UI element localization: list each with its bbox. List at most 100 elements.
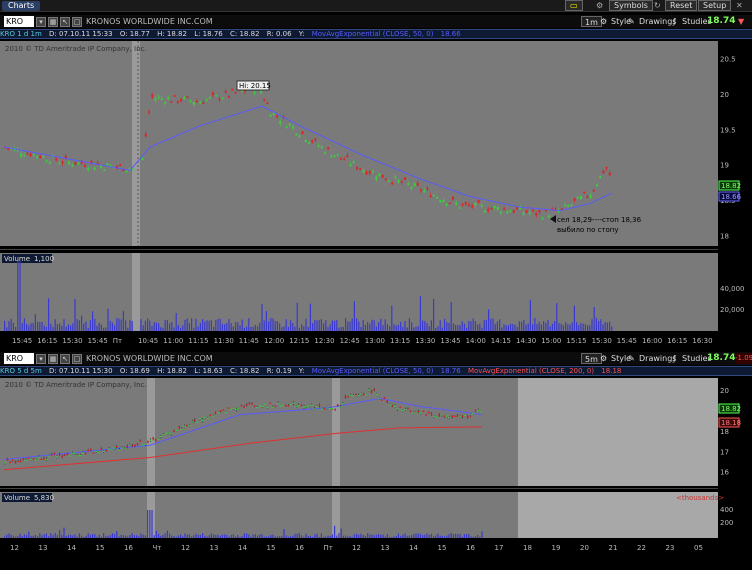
- volume-bar: [61, 534, 63, 538]
- candle: [234, 92, 237, 94]
- candle: [253, 405, 256, 407]
- chart1-canvas[interactable]: 2010 © TD Ameritrade IP Company, Inc. Hi…: [0, 41, 752, 346]
- symbols-button[interactable]: Symbols: [609, 0, 653, 11]
- candle: [409, 410, 412, 413]
- volume-bar: [428, 534, 430, 538]
- volume-bar: [131, 321, 133, 331]
- chart2-zoom-icon[interactable]: □: [72, 353, 82, 364]
- chart2-link-icon[interactable]: ▾: [36, 353, 46, 364]
- volume-bar: [503, 324, 505, 331]
- chart1-link-icon[interactable]: ▾: [36, 16, 46, 27]
- close-icon[interactable]: ✕: [736, 1, 743, 11]
- candle: [123, 447, 126, 449]
- volume-bar: [584, 324, 586, 331]
- volume-bar: [307, 326, 309, 331]
- chart-panel-1: KRO ▾ ▦ ↖ □ KRONOS WORLDWIDE INC.COM 1m …: [0, 13, 752, 348]
- chart2-copyright: 2010 © TD Ameritrade IP Company, Inc.: [5, 381, 147, 389]
- chart2-timeframe-button[interactable]: 5m: [581, 353, 602, 364]
- candle: [583, 191, 586, 194]
- candle: [71, 164, 74, 167]
- chart1-grid-icon[interactable]: ▦: [48, 16, 58, 27]
- chart2-info-study1: MovAvgExponential (CLOSE, 50, 0): [311, 367, 434, 375]
- volume-bar: [41, 321, 43, 331]
- candle: [214, 411, 217, 414]
- candle: [399, 406, 401, 408]
- chart2-settings-icon[interactable]: ⚙: [600, 353, 607, 364]
- volume-bar: [241, 319, 243, 331]
- chart2-x-axis: 12 13 14 15 16 Чт 12 13 14 15 16 Пт 12 13 14 15 16 17 18 19…: [10, 544, 703, 552]
- chart1-symbol-input[interactable]: KRO: [4, 16, 34, 27]
- gear-icon[interactable]: ⚙: [596, 1, 603, 11]
- candle: [471, 205, 474, 208]
- volume-bar: [204, 321, 206, 331]
- chart1-settings-icon[interactable]: ⚙: [600, 16, 607, 27]
- volume-bar: [371, 534, 373, 538]
- chart1-last-price: 18.74: [707, 16, 736, 26]
- layout-icon[interactable]: ▭: [565, 0, 583, 11]
- volume-bar: [232, 326, 234, 331]
- volume-bar: [433, 535, 435, 538]
- volume-bar: [48, 536, 50, 538]
- chart2-cursor-icon[interactable]: ↖: [60, 353, 70, 364]
- chart2-info-y: Y:: [298, 367, 305, 375]
- chart1-cursor-icon[interactable]: ↖: [60, 16, 70, 27]
- candle: [394, 405, 396, 407]
- chart1-zoom-icon[interactable]: □: [72, 16, 82, 27]
- chart1-info-low: L: 18.76: [194, 30, 223, 38]
- volume-bar: [164, 319, 166, 331]
- chart2-xtick: 20: [580, 544, 589, 552]
- candle: [576, 196, 579, 199]
- chart2-xtick: 23: [666, 544, 675, 552]
- volume-bar: [153, 535, 155, 538]
- chart2-grid-icon[interactable]: ▦: [48, 353, 58, 364]
- candle: [63, 454, 66, 456]
- volume-bar: [111, 533, 113, 538]
- volume-bar: [204, 535, 206, 538]
- setup-button[interactable]: Setup: [698, 0, 732, 11]
- chart1-timeframe-button[interactable]: 1m: [581, 16, 602, 27]
- volume-bar: [34, 535, 36, 538]
- candle: [40, 458, 43, 460]
- candle: [230, 408, 232, 411]
- volume-bar: [470, 536, 472, 538]
- chart2-drawings-button[interactable]: Drawings: [639, 353, 676, 364]
- candle: [301, 131, 304, 134]
- volume-bar: [250, 326, 252, 331]
- chart1-drawings-button[interactable]: Drawings: [639, 16, 676, 27]
- chart2-canvas[interactable]: 2010 © TD Ameritrade IP Company, Inc. 20…: [0, 378, 752, 570]
- candle: [90, 160, 93, 163]
- reset-button[interactable]: Reset: [665, 0, 698, 11]
- volume-bar: [23, 534, 25, 538]
- candle: [61, 456, 63, 458]
- chart2-price-tag-red: 18.18: [721, 419, 741, 427]
- volume-bar: [96, 536, 98, 538]
- chart1-xtick: 11:15: [188, 337, 208, 345]
- candle: [413, 183, 416, 187]
- volume-bar: [518, 321, 520, 331]
- candle: [327, 147, 330, 149]
- volume-bar: [525, 324, 527, 331]
- volume-bar: [521, 321, 523, 331]
- volume-bar: [298, 533, 300, 538]
- volume-bar: [226, 322, 228, 331]
- volume-bar: [342, 535, 344, 538]
- candle: [118, 449, 121, 451]
- volume-bar: [305, 318, 307, 331]
- chart2-info-range: R: 0.19: [266, 367, 292, 375]
- candle: [357, 395, 360, 397]
- chart1-xtick: 15:30: [62, 337, 82, 345]
- volume-bar: [485, 319, 487, 331]
- tab-charts[interactable]: Charts: [2, 1, 41, 11]
- volume-bar: [439, 535, 441, 538]
- candle: [308, 405, 310, 407]
- candle: [304, 139, 307, 142]
- chart2-symbol-input[interactable]: KRO: [4, 353, 34, 364]
- volume-bar: [45, 326, 47, 331]
- candle: [202, 102, 205, 104]
- candle: [43, 458, 45, 460]
- candle: [45, 160, 48, 163]
- candle: [570, 204, 573, 207]
- candle: [285, 126, 288, 129]
- chart2-info-close: C: 18.82: [229, 367, 260, 375]
- candle: [381, 174, 384, 178]
